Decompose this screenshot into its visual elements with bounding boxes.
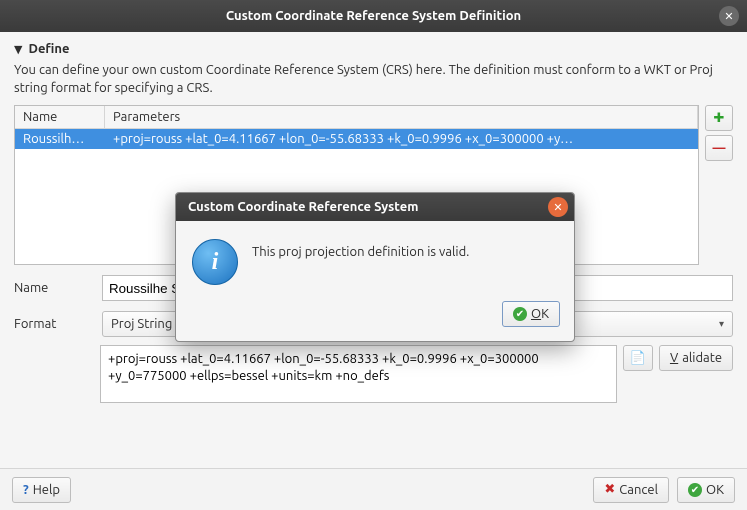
dialog-body: i This proj projection definition is val… xyxy=(176,221,574,295)
row-params-cell: +proj=rouss +lat_0=4.11667 +lon_0=-55.68… xyxy=(105,129,698,149)
dialog-ok-label: OK xyxy=(531,307,549,321)
window-titlebar: Custom Coordinate Reference System Defin… xyxy=(0,0,747,32)
ok-button[interactable]: ✔ OK xyxy=(677,477,735,503)
dialog-titlebar: Custom Coordinate Reference System ✕ xyxy=(176,193,574,221)
copy-button[interactable]: 📄 xyxy=(623,345,653,371)
remove-crs-button[interactable]: — xyxy=(705,135,733,161)
ok-label: OK xyxy=(706,483,724,497)
name-label: Name xyxy=(14,281,94,295)
help-button[interactable]: ? Help xyxy=(12,477,71,503)
add-crs-button[interactable]: ✚ xyxy=(705,105,733,131)
help-label: Help xyxy=(33,483,60,497)
collapse-triangle-icon: ▼ xyxy=(14,43,22,56)
cancel-button[interactable]: ✖ Cancel xyxy=(593,477,669,503)
chevron-down-icon: ▾ xyxy=(719,318,724,330)
help-icon: ? xyxy=(23,483,29,497)
bottom-right-buttons: ✖ Cancel ✔ OK xyxy=(593,477,735,503)
row-name-cell: Roussilh… xyxy=(15,129,105,149)
dialog-message: This proj projection definition is valid… xyxy=(252,239,469,259)
parameters-textarea[interactable]: +proj=rouss +lat_0=4.11667 +lon_0=-55.68… xyxy=(100,345,617,403)
minus-icon: — xyxy=(713,141,726,155)
define-group-header[interactable]: ▼ Define xyxy=(14,42,733,56)
col-header-parameters[interactable]: Parameters xyxy=(105,106,698,128)
parameters-row: +proj=rouss +lat_0=4.11667 +lon_0=-55.68… xyxy=(14,345,733,403)
ok-check-icon: ✔ xyxy=(688,483,702,497)
cancel-icon: ✖ xyxy=(604,482,615,497)
format-label: Format xyxy=(14,317,94,331)
window-close-icon[interactable]: ✕ xyxy=(719,6,739,26)
dialog-ok-button[interactable]: ✔ OK xyxy=(502,301,560,327)
intro-text: You can define your own custom Coordinat… xyxy=(14,62,733,97)
validate-column: 📄 Validate xyxy=(623,345,733,371)
bottom-bar: ? Help ✖ Cancel ✔ OK xyxy=(0,468,747,510)
cancel-label: Cancel xyxy=(619,483,658,497)
table-side-buttons: ✚ — xyxy=(705,105,733,265)
table-row[interactable]: Roussilh… +proj=rouss +lat_0=4.11667 +lo… xyxy=(15,129,698,149)
table-header: Name Parameters xyxy=(15,106,698,129)
validation-dialog: Custom Coordinate Reference System ✕ i T… xyxy=(175,192,575,342)
dialog-footer: ✔ OK xyxy=(176,295,574,341)
dialog-ok-check-icon: ✔ xyxy=(513,307,527,321)
plus-icon: ✚ xyxy=(714,111,725,126)
copy-icon: 📄 xyxy=(630,351,646,366)
col-header-name[interactable]: Name xyxy=(15,106,105,128)
window-title: Custom Coordinate Reference System Defin… xyxy=(226,9,521,23)
validate-underline: V xyxy=(670,351,678,365)
dialog-title: Custom Coordinate Reference System xyxy=(188,200,418,214)
info-icon: i xyxy=(192,239,238,285)
validate-rest: alidate xyxy=(682,351,722,365)
validate-button[interactable]: Validate xyxy=(659,345,733,371)
define-group-label: Define xyxy=(28,42,69,56)
dialog-close-icon[interactable]: ✕ xyxy=(548,197,568,217)
